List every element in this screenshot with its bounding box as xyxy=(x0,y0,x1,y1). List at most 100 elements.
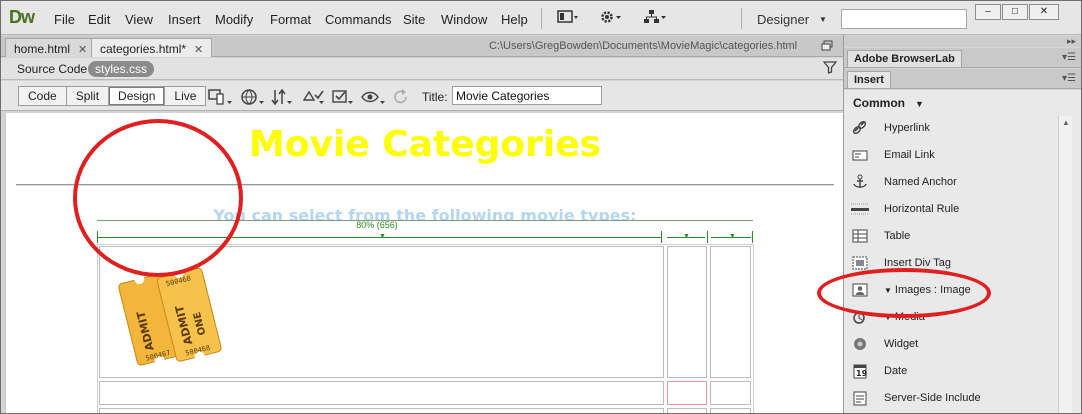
menu-divider xyxy=(741,8,742,29)
live-view-button[interactable]: Live xyxy=(165,87,205,105)
check-browser-compatibility-icon[interactable] xyxy=(332,88,356,109)
table-cell[interactable] xyxy=(99,381,664,405)
close-icon[interactable]: ✕ xyxy=(78,44,87,56)
styles-css-link[interactable]: styles.css xyxy=(88,61,155,77)
w3c-validation-icon[interactable] xyxy=(302,88,327,109)
annotation-ellipse xyxy=(817,268,991,318)
visual-aids-icon[interactable] xyxy=(361,88,387,109)
collapse-panels-icon[interactable]: ▸▸ xyxy=(844,36,1081,47)
gear-icon[interactable] xyxy=(599,9,623,27)
admit-one-tickets-image[interactable]: ADMIT 500467 500468 ADMIT ONE 500468 xyxy=(116,258,246,368)
table-cell[interactable] xyxy=(667,408,707,413)
menu-commands[interactable]: Commands xyxy=(325,12,391,27)
close-button[interactable]: ✕ xyxy=(1029,4,1059,20)
menu-help[interactable]: Help xyxy=(501,12,528,27)
menu-format[interactable]: Format xyxy=(270,12,311,27)
scroll-up-arrow-icon[interactable]: ▲ xyxy=(1059,116,1073,130)
width-marker xyxy=(707,231,708,243)
document-tabs: home.html ✕ categories.html* ✕ C:\Users\Gr… xyxy=(1,36,843,57)
close-icon[interactable]: ✕ xyxy=(194,44,203,56)
menu-divider xyxy=(541,8,542,29)
insert-panel-scrollbar[interactable]: ▲ xyxy=(1058,116,1073,413)
search-input[interactable] xyxy=(841,9,967,29)
width-marker xyxy=(661,231,662,243)
tab-label: home.html xyxy=(14,42,71,56)
email-link-icon xyxy=(850,147,870,165)
insert-hyperlink[interactable]: Hyperlink xyxy=(850,118,1055,140)
insert-item-label: Hyperlink xyxy=(884,122,930,134)
menu-file[interactable]: File xyxy=(54,12,75,27)
insert-item-label: Table xyxy=(884,230,911,242)
table-cell[interactable] xyxy=(667,381,707,405)
chevron-down-icon: ▼ xyxy=(379,233,386,240)
insert-horizontal-rule[interactable]: Horizontal Rule xyxy=(850,199,1055,221)
code-view-button[interactable]: Code xyxy=(19,87,67,105)
file-management-icon[interactable] xyxy=(271,88,295,109)
table-cell[interactable] xyxy=(710,408,751,413)
multiscreen-icon[interactable] xyxy=(208,88,234,109)
preview-in-browser-icon[interactable] xyxy=(241,88,267,109)
category-dropdown[interactable]: Common ▼ xyxy=(853,96,924,110)
tab-home-html[interactable]: home.html ✕ xyxy=(5,38,97,57)
insert-email-link[interactable]: Email Link xyxy=(850,145,1055,167)
source-code-link[interactable]: Source Code xyxy=(17,62,87,76)
dreamweaver-logo: Dw xyxy=(9,7,35,27)
restore-window-icon[interactable] xyxy=(821,40,833,54)
horizontal-rule-icon xyxy=(850,201,870,219)
tab-insert[interactable]: Insert xyxy=(847,71,891,88)
site-map-icon[interactable] xyxy=(643,9,667,27)
table-cell[interactable] xyxy=(710,381,751,405)
insert-table[interactable]: Table xyxy=(850,226,1055,248)
insert-item-label: Named Anchor xyxy=(884,176,957,188)
insert-item-label: Email Link xyxy=(884,149,935,161)
menu-insert[interactable]: Insert xyxy=(168,12,201,27)
layout-icon[interactable] xyxy=(557,9,579,27)
menu-view[interactable]: View xyxy=(125,12,153,27)
insert-date[interactable]: 19 Date xyxy=(850,361,1055,383)
filter-icon[interactable] xyxy=(822,60,838,77)
right-panel-group: ▸▸ Adobe BrowserLab ▾☰ Insert ▾☰ Common ▼… xyxy=(843,35,1081,413)
browserlab-panel-header: Adobe BrowserLab ▾☰ xyxy=(844,48,1081,68)
annotation-circle xyxy=(73,119,243,277)
table-cell[interactable] xyxy=(667,246,707,378)
named-anchor-icon xyxy=(850,174,870,192)
svg-text:19: 19 xyxy=(856,369,868,378)
document-title-input[interactable] xyxy=(452,86,602,105)
app-window: Dw File Edit View Insert Modify Format C… xyxy=(0,0,1082,414)
tab-adobe-browserlab[interactable]: Adobe BrowserLab xyxy=(847,50,962,67)
chevron-down-icon: ▼ xyxy=(729,233,736,240)
panel-menu-icon[interactable]: ▾☰ xyxy=(1062,73,1076,84)
menu-window[interactable]: Window xyxy=(441,12,487,27)
workspace-label: Designer xyxy=(757,12,810,27)
insert-item-label: Server-Side Include xyxy=(884,392,981,404)
table-icon xyxy=(850,228,870,246)
table-cell[interactable] xyxy=(99,408,664,413)
refresh-icon[interactable] xyxy=(393,88,409,109)
insert-named-anchor[interactable]: Named Anchor xyxy=(850,172,1055,194)
insert-widget[interactable]: Widget xyxy=(850,334,1055,356)
table-cell[interactable] xyxy=(710,246,751,378)
panel-menu-icon[interactable]: ▾☰ xyxy=(1062,52,1076,63)
insert-item-label: Horizontal Rule xyxy=(884,203,960,215)
related-files-bar: Source Code styles.css xyxy=(1,58,843,80)
menu-site[interactable]: Site xyxy=(403,12,425,27)
minimize-button[interactable]: – xyxy=(975,4,1001,20)
tab-label: categories.html* xyxy=(100,42,187,56)
insert-panel: Common ▼ Hyperlink Email Link Named Ancho… xyxy=(844,90,1081,413)
menu-modify[interactable]: Modify xyxy=(215,12,253,27)
workspace-switcher[interactable]: Designer ▼ xyxy=(757,12,827,27)
chevron-down-icon: ▼ xyxy=(915,99,924,109)
date-icon: 19 xyxy=(850,363,870,381)
title-label: Title: xyxy=(422,90,448,104)
design-view-button[interactable]: Design xyxy=(109,87,166,105)
insert-item-label: Widget xyxy=(884,338,919,350)
insert-server-side-include[interactable]: Server-Side Include xyxy=(850,388,1055,410)
split-view-button[interactable]: Split xyxy=(67,87,110,105)
hyperlink-icon xyxy=(850,120,870,138)
width-marker xyxy=(752,231,753,243)
document-toolbar: Code Split Design Live Title: xyxy=(1,81,843,111)
insert-panel-header: Insert ▾☰ xyxy=(844,69,1081,89)
tab-categories-html[interactable]: categories.html* ✕ xyxy=(91,38,213,57)
menu-edit[interactable]: Edit xyxy=(88,12,110,27)
restore-button[interactable]: □ xyxy=(1002,4,1028,20)
